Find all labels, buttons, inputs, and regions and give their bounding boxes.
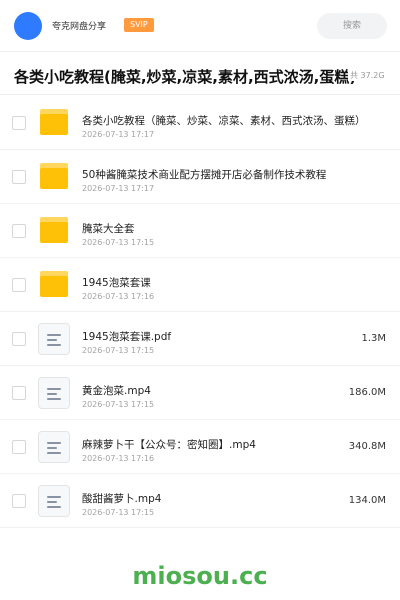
- page-title: 各类小吃教程(腌菜,炒菜,凉菜,素材,西式浓汤,蛋糕): [14, 68, 354, 86]
- item-name: 酸甜酱萝卜.mp4: [82, 493, 162, 505]
- avatar[interactable]: [14, 12, 42, 40]
- item-name: 黄金泡菜.mp4: [82, 385, 151, 397]
- item-size: 186.0M: [348, 387, 386, 398]
- list-item[interactable]: 50种酱腌菜技术商业配方摆摊开店必备制作技术教程 2026-07-13 17:17: [0, 150, 400, 204]
- total-size-value: 37.2G: [360, 71, 385, 80]
- item-date: 2026-07-13 17:15: [82, 400, 155, 409]
- folder-icon: [40, 109, 68, 135]
- file-icon: [38, 323, 70, 355]
- checkbox[interactable]: [12, 170, 26, 184]
- divider: [0, 94, 400, 95]
- item-name: 腌菜大全套: [82, 223, 135, 235]
- item-date: 2026-07-13 17:15: [82, 238, 155, 247]
- checkbox[interactable]: [12, 332, 26, 346]
- list-item[interactable]: 腌菜大全套 2026-07-13 17:15: [0, 204, 400, 258]
- list-item[interactable]: 酸甜酱萝卜.mp4 2026-07-13 17:15 134.0M: [0, 474, 400, 528]
- checkbox[interactable]: [12, 494, 26, 508]
- file-icon: [38, 377, 70, 409]
- folder-icon: [40, 271, 68, 297]
- checkbox[interactable]: [12, 440, 26, 454]
- folder-icon: [40, 163, 68, 189]
- file-icon: [38, 485, 70, 517]
- list-item[interactable]: 麻辣萝卜干【公众号：密知圈】.mp4 2026-07-13 17:16 340.8M: [0, 420, 400, 474]
- list-item[interactable]: 黄金泡菜.mp4 2026-07-13 17:15 186.0M: [0, 366, 400, 420]
- checkbox[interactable]: [12, 386, 26, 400]
- item-size: 1.3M: [361, 333, 386, 344]
- svip-badge: SVIP: [124, 18, 154, 32]
- checkbox[interactable]: [12, 116, 26, 130]
- item-date: 2026-07-13 17:15: [82, 508, 155, 517]
- item-date: 2026-07-13 17:17: [82, 130, 155, 139]
- item-name: 各类小吃教程（腌菜、炒菜、凉菜、素材、西式浓汤、蛋糕）: [82, 115, 366, 127]
- item-size: 340.8M: [348, 441, 386, 452]
- share-title: 夸克网盘分享: [52, 22, 107, 32]
- item-name: 1945泡菜套课.pdf: [82, 331, 172, 343]
- list-item[interactable]: 1945泡菜套课.pdf 2026-07-13 17:15 1.3M: [0, 312, 400, 366]
- item-name: 麻辣萝卜干【公众号：密知圈】.mp4: [82, 439, 256, 451]
- item-date: 2026-07-13 17:17: [82, 184, 155, 193]
- header: 夸克网盘分享 SVIP 搜索: [0, 0, 400, 52]
- item-date: 2026-07-13 17:16: [82, 292, 155, 301]
- list-item[interactable]: 1945泡菜套课 2026-07-13 17:16: [0, 258, 400, 312]
- checkbox[interactable]: [12, 278, 26, 292]
- checkbox[interactable]: [12, 224, 26, 238]
- folder-icon: [40, 217, 68, 243]
- file-list: 各类小吃教程（腌菜、炒菜、凉菜、素材、西式浓汤、蛋糕） 2026-07-13 17…: [0, 96, 400, 528]
- list-item[interactable]: 各类小吃教程（腌菜、炒菜、凉菜、素材、西式浓汤、蛋糕） 2026-07-13 17…: [0, 96, 400, 150]
- item-name: 1945泡菜套课: [82, 277, 151, 289]
- item-date: 2026-07-13 17:16: [82, 454, 155, 463]
- item-name: 50种酱腌菜技术商业配方摆摊开店必备制作技术教程: [82, 169, 327, 181]
- total-size: 共 37.2G: [348, 70, 385, 81]
- item-size: 134.0M: [348, 495, 386, 506]
- search-input[interactable]: 搜索: [317, 13, 387, 39]
- item-date: 2026-07-13 17:15: [82, 346, 155, 355]
- file-icon: [38, 431, 70, 463]
- watermark: miosou.cc: [132, 562, 268, 590]
